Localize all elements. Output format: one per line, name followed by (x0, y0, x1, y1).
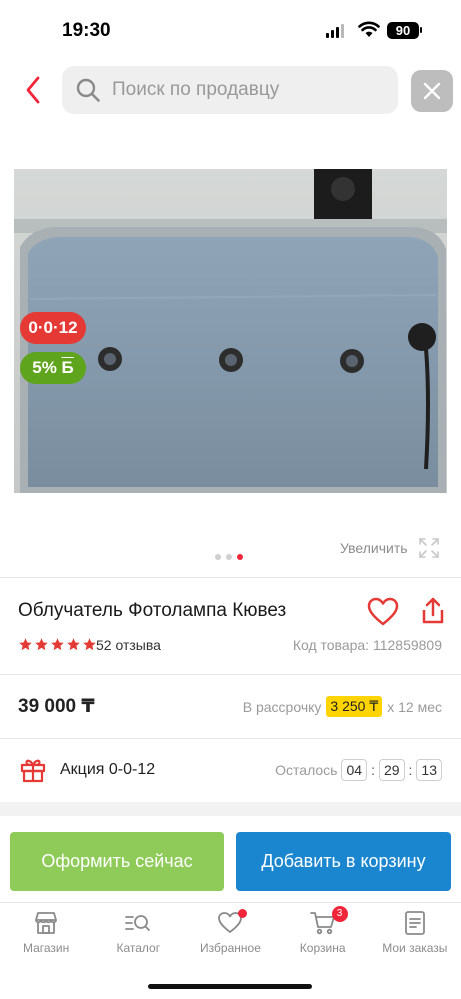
installment-info: В рассрочку 3 250 ₸ х 12 мес (243, 696, 442, 717)
countdown-label: Осталось (275, 762, 338, 778)
store-icon (35, 912, 57, 934)
tab-label: Избранное (200, 941, 261, 955)
star-icon (19, 638, 32, 651)
tab-label: Корзина (299, 941, 346, 955)
product-title: Облучатель Фотолампа Кювез (18, 600, 287, 621)
star-icon (83, 638, 96, 651)
zoom-button[interactable]: Увеличить (340, 537, 440, 559)
rating-stars (18, 637, 97, 652)
star-icon (51, 638, 64, 651)
tab-favorites[interactable]: Избранное (184, 903, 276, 962)
gallery-dot-active[interactable] (237, 554, 243, 560)
share-icon (422, 597, 444, 624)
checkout-now-button[interactable]: Оформить сейчас (10, 832, 224, 891)
section-divider (0, 738, 461, 739)
cellular-signal-icon (326, 24, 344, 38)
chevron-left-icon (26, 76, 40, 104)
battery-indicator: 90 (387, 22, 419, 39)
heart-icon (367, 597, 399, 626)
reviews-link[interactable]: 52 отзыва (96, 637, 161, 653)
promo-label: Акция 0-0-12 (60, 761, 156, 778)
tab-catalog[interactable]: Каталог (92, 903, 184, 962)
product-price: 39 000 ₸ (18, 696, 95, 717)
share-button[interactable] (421, 596, 445, 631)
home-indicator (148, 984, 312, 989)
status-time: 19:30 (62, 20, 111, 41)
back-button[interactable] (18, 72, 48, 108)
tab-label: Каталог (116, 941, 161, 955)
close-icon (423, 82, 441, 100)
countdown-separator: : (371, 762, 375, 778)
tab-my-orders[interactable]: Мои заказы (369, 903, 461, 962)
tab-cart[interactable]: 3 Корзина (277, 903, 369, 962)
gallery-dot[interactable] (226, 554, 232, 560)
star-icon (35, 638, 48, 651)
status-bar: 19:30 90 (0, 0, 461, 58)
gallery-pagination (215, 554, 243, 560)
wifi-icon (358, 21, 380, 37)
orders-icon (404, 911, 425, 935)
gallery-dot[interactable] (215, 554, 221, 560)
section-separator (0, 802, 461, 816)
promo-countdown: Осталось 04 : 29 : 13 (275, 759, 442, 781)
section-divider (0, 674, 461, 675)
tab-label: Магазин (22, 941, 70, 955)
star-icon (67, 638, 80, 651)
tab-label: Мои заказы (382, 941, 448, 955)
section-divider (0, 577, 461, 578)
bonus-currency: Б (61, 358, 74, 377)
favorite-button[interactable] (367, 597, 399, 632)
bottom-tab-bar: Магазин Каталог Избранное 3 Корзина Мои … (0, 902, 461, 962)
favorites-indicator-dot (238, 909, 248, 918)
bonus-badge: 5% Б (20, 352, 86, 384)
search-input[interactable] (112, 79, 362, 101)
installment-term: х 12 мес (387, 698, 442, 715)
countdown-separator: : (408, 762, 413, 778)
battery-cap (420, 27, 422, 33)
tab-store[interactable]: Магазин (0, 903, 92, 962)
gift-icon (20, 759, 46, 783)
bonus-percent: 5% (32, 358, 57, 377)
seller-search-field[interactable] (62, 66, 398, 114)
add-to-cart-button[interactable]: Добавить в корзину (236, 832, 451, 891)
countdown-hours: 04 (341, 759, 368, 781)
cart-count-badge: 3 (331, 906, 348, 922)
countdown-minutes: 29 (378, 759, 405, 781)
installment-amount: 3 250 ₸ (326, 696, 383, 717)
installment-badge: 0·0·12 (20, 312, 86, 344)
countdown-seconds: 13 (416, 759, 442, 781)
catalog-search-icon (125, 915, 151, 931)
clear-search-button[interactable] (411, 70, 453, 112)
product-code: Код товара: 112859809 (292, 637, 442, 653)
installment-prefix: В рассрочку (242, 698, 322, 715)
search-icon (76, 78, 100, 102)
zoom-label: Увеличить (340, 540, 408, 556)
expand-icon (418, 538, 439, 558)
